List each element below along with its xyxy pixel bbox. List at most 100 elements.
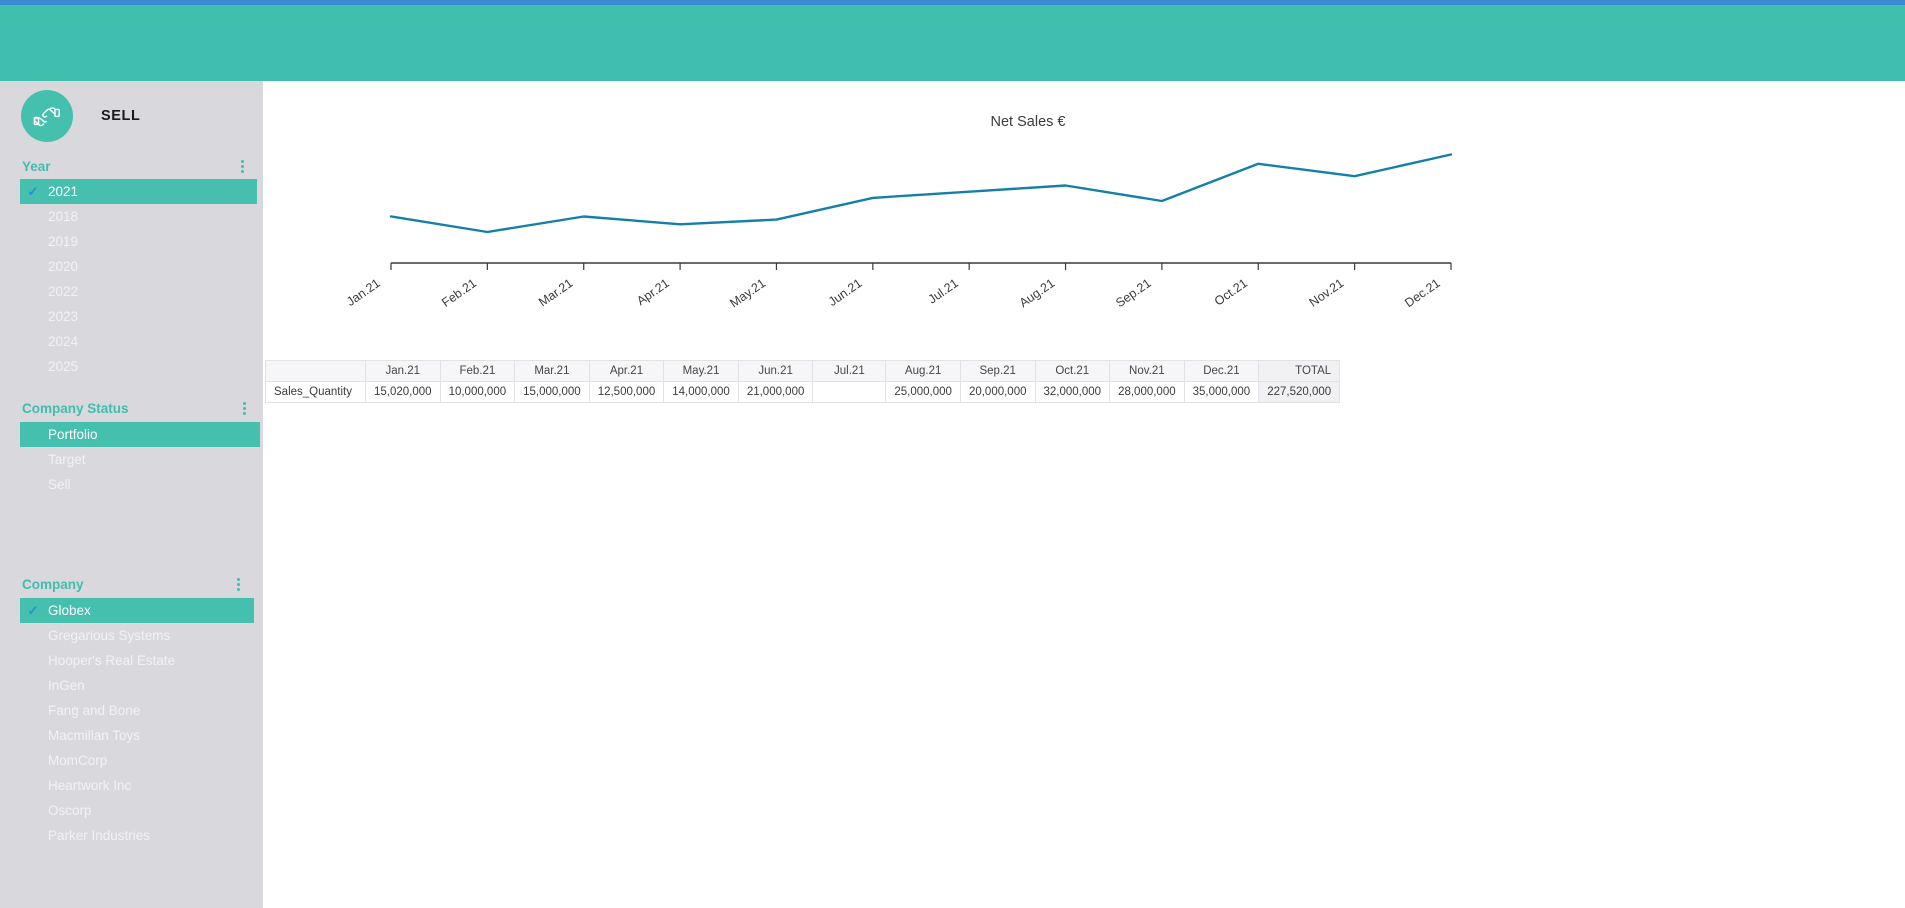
app-root: SELL Year ✓ 2021 2018 2019 2020 2022 202… xyxy=(0,0,1905,908)
sidebar-item-year-2021[interactable]: ✓ 2021 xyxy=(20,179,257,204)
sidebar-item-year-2020[interactable]: 2020 xyxy=(20,254,257,279)
x-tick-label: Oct.21 xyxy=(1212,276,1250,309)
sales-table-wrap: Jan.21 Feb.21 Mar.21 Apr.21 May.21 Jun.2… xyxy=(265,360,1341,403)
sidebar-item-year-2025[interactable]: 2025 xyxy=(20,354,257,379)
table-row-label: Sales_Quantity xyxy=(265,381,366,403)
cell-oct: 32,000,000 xyxy=(1034,381,1111,403)
sidebar-item-company-momcorp[interactable]: MomCorp xyxy=(20,748,254,773)
sidebar-item-label: 2025 xyxy=(48,359,79,374)
cell-dec: 35,000,000 xyxy=(1183,381,1260,403)
table-corner-cell xyxy=(265,360,366,382)
section-title-year: Year xyxy=(22,159,51,174)
cell-jul xyxy=(812,381,887,403)
table-col-sep: Sep.21 xyxy=(959,360,1036,382)
series-sales-quantity-line xyxy=(389,153,1453,234)
sidebar-item-company-ingen[interactable]: InGen xyxy=(20,673,254,698)
x-tick-label: Dec.21 xyxy=(1402,276,1443,310)
sales-table: Jan.21 Feb.21 Mar.21 Apr.21 May.21 Jun.2… xyxy=(265,360,1341,403)
sidebar-item-label: Heartwork Inc xyxy=(48,778,132,793)
x-axis-ticks xyxy=(390,263,1452,270)
table-col-jan: Jan.21 xyxy=(365,360,441,382)
x-tick-label: Jun.21 xyxy=(826,276,865,309)
table-row: Sales_Quantity 15,020,000 10,000,000 15,… xyxy=(265,381,1341,403)
sidebar-item-year-2018[interactable]: 2018 xyxy=(20,204,257,229)
x-tick-label: Sep.21 xyxy=(1113,276,1154,310)
brand: SELL xyxy=(21,90,140,142)
more-vertical-icon[interactable] xyxy=(243,402,246,415)
cell-apr: 12,500,000 xyxy=(588,381,665,403)
table-header-row: Jan.21 Feb.21 Mar.21 Apr.21 May.21 Jun.2… xyxy=(265,360,1341,382)
table-col-may: May.21 xyxy=(663,360,739,382)
sidebar-item-label: Target xyxy=(48,452,86,467)
section-title-company-status: Company Status xyxy=(22,401,129,416)
more-vertical-icon[interactable] xyxy=(241,160,244,173)
table-col-jun: Jun.21 xyxy=(737,360,814,382)
table-col-nov: Nov.21 xyxy=(1109,360,1185,382)
brand-title: SELL xyxy=(101,108,141,124)
sidebar-item-year-2022[interactable]: 2022 xyxy=(20,279,257,304)
x-tick-label: Apr.21 xyxy=(634,276,672,308)
table-col-mar: Mar.21 xyxy=(514,360,590,382)
cell-feb: 10,000,000 xyxy=(439,381,516,403)
cell-jan: 15,020,000 xyxy=(365,381,441,403)
sidebar-item-label: 2024 xyxy=(48,334,79,349)
sidebar-item-company-macmillan-toys[interactable]: Macmillan Toys xyxy=(20,723,254,748)
app-header-band xyxy=(0,5,1905,81)
sidebar-item-company-parker-industries[interactable]: Parker Industries xyxy=(20,823,254,848)
sidebar-item-label: 2019 xyxy=(48,234,79,249)
sidebar-item-label: Oscorp xyxy=(48,803,92,818)
sidebar-item-label: Macmillan Toys xyxy=(48,728,141,743)
sidebar-item-label: Parker Industries xyxy=(48,828,151,843)
table-col-feb: Feb.21 xyxy=(439,360,516,382)
sidebar-item-company-heartwork-inc[interactable]: Heartwork Inc xyxy=(20,773,254,798)
sidebar-item-year-2019[interactable]: 2019 xyxy=(20,229,257,254)
check-icon: ✓ xyxy=(27,602,39,618)
check-icon: ✓ xyxy=(27,183,39,199)
net-sales-line-chart: Jan.21 Feb.21 Mar.21 Apr.21 May.21 Jun.21 Jul.… xyxy=(344,153,1453,310)
cell-sep: 20,000,000 xyxy=(959,381,1036,403)
sidebar-item-label: 2023 xyxy=(48,309,79,324)
sidebar-item-label: Hooper's Real Estate xyxy=(48,653,176,668)
x-tick-label: Jan.21 xyxy=(344,276,383,309)
sidebar-item-status-sell[interactable]: Sell xyxy=(20,472,260,497)
sidebar-item-label: 2022 xyxy=(48,284,79,299)
sidebar-item-label: Gregarious Systems xyxy=(48,628,171,643)
main-content: Net Sales € Jan.21 Feb.21 Mar.21 Apr.21 May.… xyxy=(263,81,1905,908)
x-tick-label: Jul.21 xyxy=(926,276,961,307)
sidebar-item-status-target[interactable]: Target xyxy=(20,447,260,472)
cell-aug: 25,000,000 xyxy=(885,381,961,403)
table-col-aug: Aug.21 xyxy=(885,360,961,382)
sidebar-item-year-2023[interactable]: 2023 xyxy=(20,304,257,329)
sidebar-item-company-hoopers-real-estate[interactable]: Hooper's Real Estate xyxy=(20,648,254,673)
sidebar-item-company-fang-and-bone[interactable]: Fang and Bone xyxy=(20,698,254,723)
table-col-apr: Apr.21 xyxy=(588,360,665,382)
sidebar-item-label: Globex xyxy=(48,603,91,618)
x-tick-label: Nov.21 xyxy=(1307,276,1347,310)
sidebar: SELL Year ✓ 2021 2018 2019 2020 2022 202… xyxy=(0,81,263,908)
sidebar-item-label: InGen xyxy=(48,678,85,693)
sidebar-item-label: Sell xyxy=(48,477,71,492)
cell-jun: 21,000,000 xyxy=(737,381,814,403)
handshake-money-icon xyxy=(21,90,73,142)
sidebar-item-year-2024[interactable]: 2024 xyxy=(20,329,257,354)
sidebar-item-label: Portfolio xyxy=(48,427,98,442)
table-col-oct: Oct.21 xyxy=(1034,360,1111,382)
x-axis-labels: Jan.21 Feb.21 Mar.21 Apr.21 May.21 Jun.21 Jul.… xyxy=(344,276,1443,310)
sidebar-item-company-oscorp[interactable]: Oscorp xyxy=(20,798,254,823)
table-col-jul: Jul.21 xyxy=(812,360,887,382)
section-header-company: Company xyxy=(22,577,240,592)
section-title-company: Company xyxy=(22,577,84,592)
sidebar-item-status-portfolio[interactable]: Portfolio xyxy=(20,422,260,447)
x-tick-label: Aug.21 xyxy=(1017,276,1058,310)
cell-may: 14,000,000 xyxy=(663,381,739,403)
sidebar-item-label: 2020 xyxy=(48,259,79,274)
sidebar-item-label: 2021 xyxy=(48,184,79,199)
section-header-company-status: Company Status xyxy=(22,401,246,416)
sidebar-item-company-globex[interactable]: ✓ Globex xyxy=(20,598,254,623)
sidebar-item-label: Fang and Bone xyxy=(48,703,141,718)
sidebar-item-company-gregarious-systems[interactable]: Gregarious Systems xyxy=(20,623,254,648)
more-vertical-icon[interactable] xyxy=(237,578,240,591)
sidebar-item-label: 2018 xyxy=(48,209,79,224)
table-col-total: TOTAL xyxy=(1258,360,1341,382)
x-tick-label: Mar.21 xyxy=(536,276,575,309)
